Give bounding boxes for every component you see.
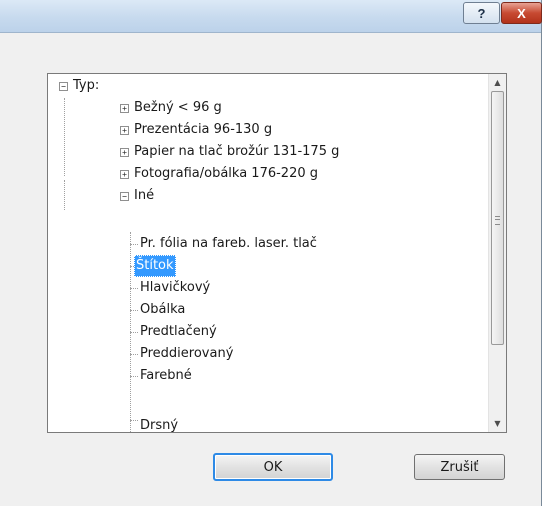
tree-item-ine[interactable]: Iné <box>134 185 154 207</box>
help-button[interactable]: ? <box>463 2 500 24</box>
help-icon: ? <box>477 5 486 21</box>
expand-icon[interactable]: + <box>120 126 129 135</box>
tree-connector <box>130 420 138 421</box>
grip-icon <box>495 216 500 225</box>
expand-icon[interactable]: + <box>120 148 129 157</box>
vertical-scrollbar[interactable]: ▲ ▼ <box>488 74 506 432</box>
tree-connector <box>64 180 65 210</box>
tree-item-hlavickovy[interactable]: Hlavičkový <box>140 277 210 299</box>
tree-connector <box>64 98 65 176</box>
scroll-thumb[interactable] <box>491 91 504 345</box>
tree-item-predtlaceny[interactable]: Predtlačený <box>140 321 217 343</box>
collapse-icon[interactable]: − <box>120 192 129 201</box>
tree-item-folia[interactable]: Pr. fólia na fareb. laser. tlač <box>140 233 317 255</box>
tree-connector <box>130 332 138 333</box>
tree-item-bezny[interactable]: Bežný < 96 g <box>134 97 222 119</box>
tree-connector <box>130 376 138 377</box>
tree-item-stitok[interactable]: Štítok <box>134 255 176 277</box>
collapse-icon[interactable]: − <box>59 82 68 91</box>
expand-icon[interactable]: + <box>120 104 129 113</box>
paper-type-tree[interactable]: − Typ: + Bežný < 96 g + Prezentácia 96-1… <box>47 73 507 433</box>
arrow-down-icon[interactable]: ▼ <box>489 415 506 432</box>
tree-item-prezentacia[interactable]: Prezentácia 96-130 g <box>134 119 272 141</box>
tree-connector <box>130 354 138 355</box>
tree-item-drsny[interactable]: Drsný <box>140 415 178 432</box>
tree-connector <box>130 244 138 245</box>
tree-root-typ[interactable]: Typ: <box>73 75 99 97</box>
tree-item-fotografia[interactable]: Fotografia/obálka 176-220 g <box>134 163 318 185</box>
tree-item-obalka[interactable]: Obálka <box>140 299 185 321</box>
tree-item-farebne[interactable]: Farebné <box>140 365 192 387</box>
dialog-window: ? X − Typ: + Bežný < 96 g + Prezentácia … <box>0 0 542 506</box>
close-icon: X <box>517 5 526 21</box>
arrow-up-icon[interactable]: ▲ <box>489 74 506 91</box>
expand-icon[interactable]: + <box>120 170 129 179</box>
tree-item-preddierovany[interactable]: Preddierovaný <box>140 343 233 365</box>
ok-button[interactable]: OK <box>213 453 333 481</box>
title-bar: ? X <box>0 0 542 33</box>
tree-item-papier-brozur[interactable]: Papier na tlač brožúr 131-175 g <box>134 141 339 163</box>
tree-connector <box>130 288 138 289</box>
close-button[interactable]: X <box>501 2 542 24</box>
cancel-button[interactable]: Zrušiť <box>414 454 505 480</box>
tree-connector <box>130 310 138 311</box>
